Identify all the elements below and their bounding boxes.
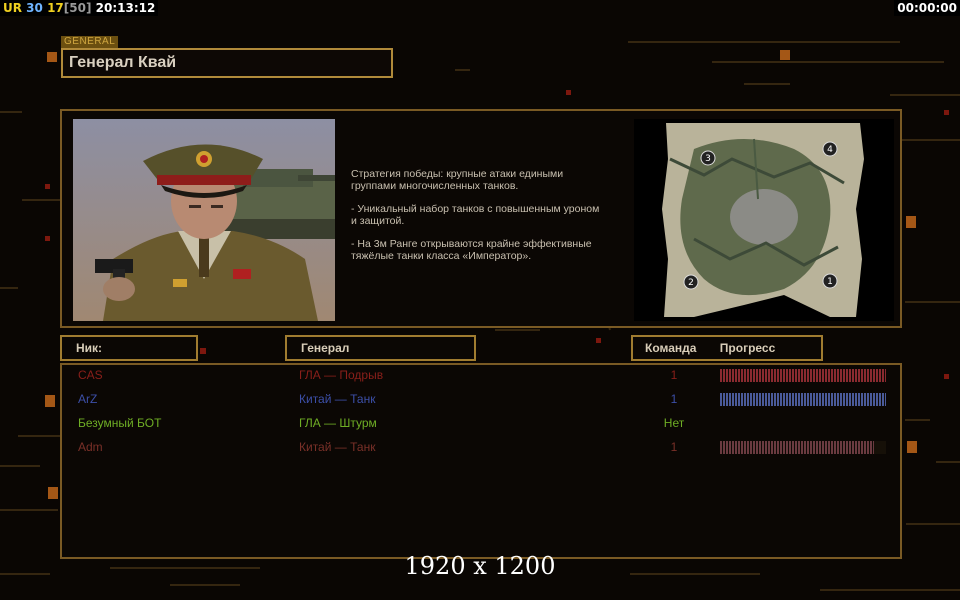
strategy-description: Стратегия победы: крупные атаки едиными … <box>351 168 636 273</box>
player-row[interactable]: Adm Китай — Танк 1 <box>62 437 900 457</box>
team-column-header: Команда <box>645 341 697 355</box>
strategy-line: - Уникальный набор танков с повышенным у… <box>351 203 600 227</box>
player-progress-fill <box>720 393 886 406</box>
start-position-1[interactable]: 1 <box>827 277 833 287</box>
strategy-line: Стратегия победы: крупные атаки едиными … <box>351 168 564 192</box>
player-progress-bar <box>720 441 886 454</box>
start-position-3[interactable]: 3 <box>705 154 711 164</box>
player-progress-bar <box>720 417 886 430</box>
player-team: 1 <box>670 368 678 382</box>
map-preview[interactable]: 1 2 3 4 <box>634 119 894 321</box>
player-progress-bar <box>720 393 886 406</box>
player-nick: Adm <box>78 440 103 454</box>
player-row[interactable]: CAS ГЛА — Подрыв 1 <box>62 365 900 385</box>
general-tag: GENERAL <box>61 36 119 48</box>
player-general: ГЛА — Подрыв <box>299 368 384 382</box>
hud-clock: 20:13:12 <box>95 1 156 15</box>
player-team: 1 <box>670 392 678 406</box>
player-progress-fill <box>720 441 875 454</box>
player-team: 1 <box>670 440 678 454</box>
general-column-header: Генерал <box>285 335 476 361</box>
strategy-line: - На 3м Ранге открываются крайне эффекти… <box>351 238 592 262</box>
player-general: Китай — Танк <box>299 440 376 454</box>
resolution-label: 1920 x 1200 <box>404 552 556 580</box>
player-list: CAS ГЛА — Подрыв 1 ArZ Китай — Танк 1 Бе… <box>60 363 902 559</box>
start-position-4[interactable]: 4 <box>827 145 833 155</box>
nick-column-header: Ник: <box>60 335 198 361</box>
player-general: ГЛА — Штурм <box>299 416 377 430</box>
hud-stat-1: 30 <box>26 1 43 15</box>
team-progress-header: Команда Прогресс <box>631 335 823 361</box>
player-general: Китай — Танк <box>299 392 376 406</box>
player-nick: ArZ <box>78 392 98 406</box>
hud-stat-3: [50] <box>63 1 92 15</box>
hud-stats: UR 30 17[50] 20:13:12 <box>0 0 159 16</box>
general-name-box: Генерал Квай <box>61 48 393 78</box>
player-row[interactable]: Безумный БОТ ГЛА — Штурм Нет <box>62 413 900 433</box>
progress-column-header: Прогресс <box>719 341 776 355</box>
general-info-panel: Стратегия победы: крупные атаки едиными … <box>60 109 902 328</box>
start-position-2[interactable]: 2 <box>688 278 694 288</box>
player-nick: CAS <box>78 368 103 382</box>
player-progress-bar <box>720 369 886 382</box>
player-team: Нет <box>663 416 685 430</box>
general-portrait <box>73 119 335 321</box>
hud-label: UR <box>3 1 22 15</box>
hud-stat-2: 17 <box>47 1 64 15</box>
hud-timer: 00:00:00 <box>894 0 960 16</box>
player-nick: Безумный БОТ <box>78 416 162 430</box>
player-row[interactable]: ArZ Китай — Танк 1 <box>62 389 900 409</box>
player-progress-fill <box>720 369 886 382</box>
